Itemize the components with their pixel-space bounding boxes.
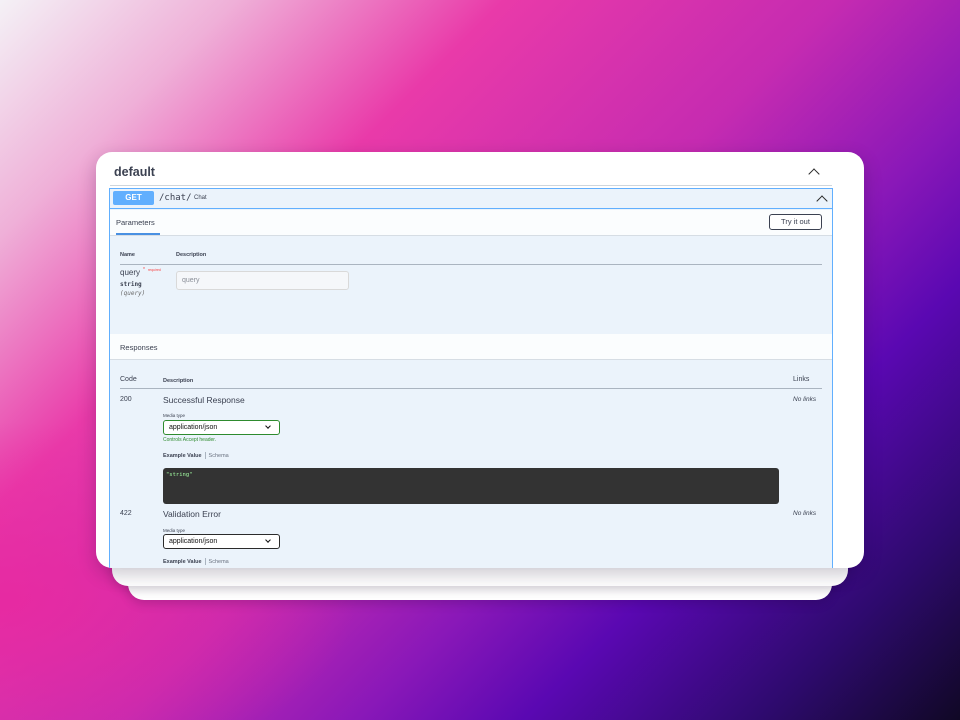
- required-marker: *: [143, 267, 145, 273]
- media-type-value: application/json: [169, 424, 218, 431]
- query-input[interactable]: query: [176, 271, 349, 290]
- column-header-code: Code: [120, 376, 137, 383]
- response-code: 422: [120, 510, 132, 517]
- media-type-select[interactable]: application/json: [163, 420, 280, 435]
- method-badge: GET: [113, 191, 154, 205]
- example-tabs: Example Value Schema: [163, 558, 229, 565]
- chevron-down-icon: [265, 423, 271, 429]
- response-description: Successful Response: [163, 395, 245, 405]
- response-code: 200: [120, 396, 132, 403]
- param-location: (query): [120, 290, 146, 297]
- tag-title: default: [114, 165, 155, 179]
- divider: [120, 264, 822, 265]
- example-code-block: "string": [163, 468, 779, 504]
- media-type-label: Media type: [163, 528, 186, 533]
- response-links: No links: [793, 396, 817, 403]
- example-tabs: Example Value Schema: [163, 452, 229, 459]
- operation-path: /chat/: [159, 193, 192, 203]
- divider: [120, 388, 822, 389]
- column-header-name: Name: [120, 252, 135, 258]
- operation-block: GET /chat/ Chat Parameters Try it out Na…: [109, 188, 833, 568]
- try-it-out-button[interactable]: Try it out: [769, 214, 822, 230]
- media-type-select[interactable]: application/json: [163, 534, 280, 549]
- response-description: Validation Error: [163, 509, 221, 519]
- tab-parameters[interactable]: Parameters: [116, 218, 155, 227]
- tab-example-value[interactable]: Example Value: [163, 559, 202, 565]
- media-type-value: application/json: [169, 538, 218, 545]
- tag-section-header[interactable]: default: [110, 152, 832, 186]
- tab-separator: [204, 452, 206, 459]
- tab-schema[interactable]: Schema: [209, 559, 229, 565]
- tab-underline: [116, 233, 160, 235]
- swagger-card: default GET /chat/ Chat Parameters Try i…: [96, 152, 864, 568]
- chevron-up-icon[interactable]: [808, 168, 820, 180]
- param-name: query: [120, 268, 141, 277]
- tab-example-value[interactable]: Example Value: [163, 453, 202, 459]
- operation-description: Chat: [194, 195, 207, 201]
- column-header-description: Description: [176, 252, 207, 258]
- column-header-links: Links: [793, 376, 810, 383]
- chevron-down-icon: [265, 537, 271, 543]
- response-links: No links: [793, 510, 817, 517]
- tab-schema[interactable]: Schema: [209, 453, 229, 459]
- chevron-up-icon[interactable]: [816, 195, 828, 207]
- example-value-text: "string": [166, 472, 193, 478]
- tab-separator: [204, 558, 206, 565]
- parameters-header: Parameters Try it out: [110, 210, 832, 236]
- column-header-description: Description: [163, 378, 194, 384]
- responses-header: Responses: [110, 334, 832, 360]
- required-label: required: [148, 268, 161, 272]
- param-type: string: [120, 281, 142, 288]
- responses-title: Responses: [120, 343, 158, 352]
- media-type-label: Media type: [163, 413, 186, 418]
- operation-summary[interactable]: GET /chat/ Chat: [110, 189, 832, 209]
- accept-header-note: Controls Accept header.: [163, 437, 217, 443]
